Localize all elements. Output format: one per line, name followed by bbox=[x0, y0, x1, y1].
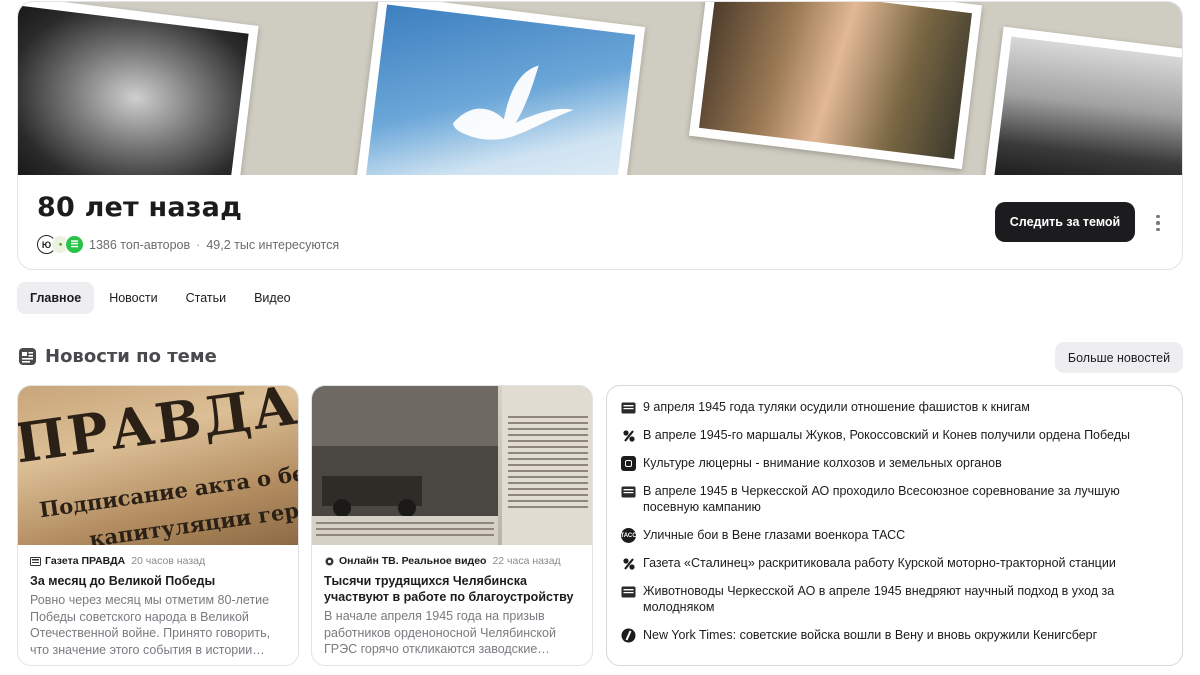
tab-articles[interactable]: Статьи bbox=[173, 282, 240, 314]
meta-separator: · bbox=[196, 237, 201, 252]
list-item[interactable]: В апреле 1945 в Черкесской АО проходило … bbox=[621, 483, 1168, 515]
list-item[interactable]: В апреле 1945-го маршалы Жуков, Рокоссов… bbox=[621, 427, 1168, 443]
more-options-icon[interactable] bbox=[1148, 210, 1168, 236]
newspaper-icon bbox=[621, 584, 636, 599]
banner-photo-girl bbox=[688, 2, 983, 170]
source-time: 22 часа назад bbox=[492, 555, 561, 567]
tab-video[interactable]: Видео bbox=[241, 282, 304, 314]
list-item-text: Газета «Сталинец» раскритиковала работу … bbox=[643, 556, 1116, 570]
banner-photo-dove bbox=[354, 2, 646, 175]
list-item-text: Животноводы Черкесской АО в апреле 1945 … bbox=[643, 584, 1115, 614]
list-item[interactable]: New York Times: советские войска вошли в… bbox=[621, 627, 1168, 643]
source-name: Онлайн ТВ. Реальное видео bbox=[339, 555, 487, 567]
card-snippet: В начале апреля 1945 года на призыв рабо… bbox=[324, 609, 556, 656]
card-title[interactable]: За месяц до Великой Победы bbox=[30, 573, 290, 589]
list-item[interactable]: ТАСС Уличные бои в Вене глазами военкора… bbox=[620, 527, 1168, 543]
topic-stats: Ю ● ☰ 1386 топ-авторов · 49,2 тыс интере… bbox=[37, 235, 339, 254]
archive-newspaper-image bbox=[312, 386, 592, 545]
tass-icon: ТАСС bbox=[620, 528, 637, 543]
tv-icon bbox=[325, 557, 334, 565]
card-image-archive bbox=[312, 386, 592, 545]
tab-main[interactable]: Главное bbox=[17, 282, 95, 314]
percent-logo-icon bbox=[621, 428, 636, 443]
card-source[interactable]: Газета ПРАВДА 20 часов назад bbox=[30, 555, 205, 567]
topic-title: 80 лет назад bbox=[37, 192, 243, 223]
list-item-text: Уличные бои в Вене глазами военкора ТАСС bbox=[643, 528, 906, 542]
list-item[interactable]: Газета «Сталинец» раскритиковала работу … bbox=[621, 555, 1168, 571]
card-title[interactable]: Тысячи трудящихся Челябинска участвуют в… bbox=[324, 573, 584, 605]
section-title: Новости по теме bbox=[45, 346, 217, 367]
newspaper-masthead: ПРАВДА bbox=[18, 386, 298, 476]
list-item[interactable]: 9 апреля 1945 года туляки осудили отноше… bbox=[621, 399, 1168, 415]
topic-header-card: 80 лет назад Ю ● ☰ 1386 топ-авторов · 49… bbox=[17, 1, 1183, 270]
banner-photo-portrait bbox=[18, 2, 259, 175]
author-avatars[interactable]: Ю ● ☰ bbox=[37, 235, 84, 254]
news-card[interactable]: ПРАВДА Подписание акта о безог капитуляц… bbox=[17, 385, 299, 666]
topic-banner bbox=[18, 2, 1182, 175]
list-item[interactable]: Животноводы Черкесской АО в апреле 1945 … bbox=[621, 583, 1168, 615]
list-item[interactable]: Культуре люцерны - внимание колхозов и з… bbox=[621, 455, 1168, 471]
card-source[interactable]: Онлайн ТВ. Реальное видео 22 часа назад bbox=[324, 555, 561, 567]
tab-news[interactable]: Новости bbox=[96, 282, 170, 314]
card-image-newspaper: ПРАВДА Подписание акта о безог капитуляц… bbox=[18, 386, 298, 545]
banner-photo-soldiers bbox=[984, 26, 1182, 175]
percent-logo-icon bbox=[621, 556, 636, 571]
section-header: Новости по теме bbox=[18, 346, 217, 367]
list-item-text: New York Times: советские войска вошли в… bbox=[643, 628, 1098, 642]
follow-topic-button[interactable]: Следить за темой bbox=[995, 202, 1135, 242]
newspaper-icon bbox=[621, 484, 636, 499]
authors-count[interactable]: 1386 топ-авторов bbox=[89, 238, 190, 252]
list-item-text: В апреле 1945 в Черкесской АО проходило … bbox=[643, 484, 1120, 514]
source-name: Газета ПРАВДА bbox=[45, 555, 126, 567]
list-item-text: Культуре люцерны - внимание колхозов и з… bbox=[643, 456, 1002, 470]
interested-count: 49,2 тыс интересуются bbox=[206, 237, 340, 252]
topic-tabs: Главное Новости Статьи Видео bbox=[17, 282, 304, 314]
dove-image bbox=[453, 65, 574, 140]
newspaper-icon bbox=[621, 400, 636, 415]
list-item-text: В апреле 1945-го маршалы Жуков, Рокоссов… bbox=[643, 428, 1130, 442]
news-section-icon bbox=[19, 348, 36, 365]
more-news-button[interactable]: Больше новостей bbox=[1055, 342, 1183, 373]
source-time: 20 часов назад bbox=[131, 555, 206, 567]
square-logo-icon bbox=[621, 456, 636, 471]
news-card[interactable]: Онлайн ТВ. Реальное видео 22 часа назад … bbox=[311, 385, 593, 666]
news-list: 9 апреля 1945 года туляки осудили отноше… bbox=[606, 385, 1183, 666]
card-snippet: Ровно через месяц мы отметим 80-летие По… bbox=[30, 593, 271, 657]
slash-logo-icon bbox=[621, 628, 636, 643]
newspaper-icon bbox=[30, 556, 41, 566]
list-item-text: 9 апреля 1945 года туляки осудили отноше… bbox=[643, 400, 1030, 414]
author-avatar-3: ☰ bbox=[65, 235, 84, 254]
